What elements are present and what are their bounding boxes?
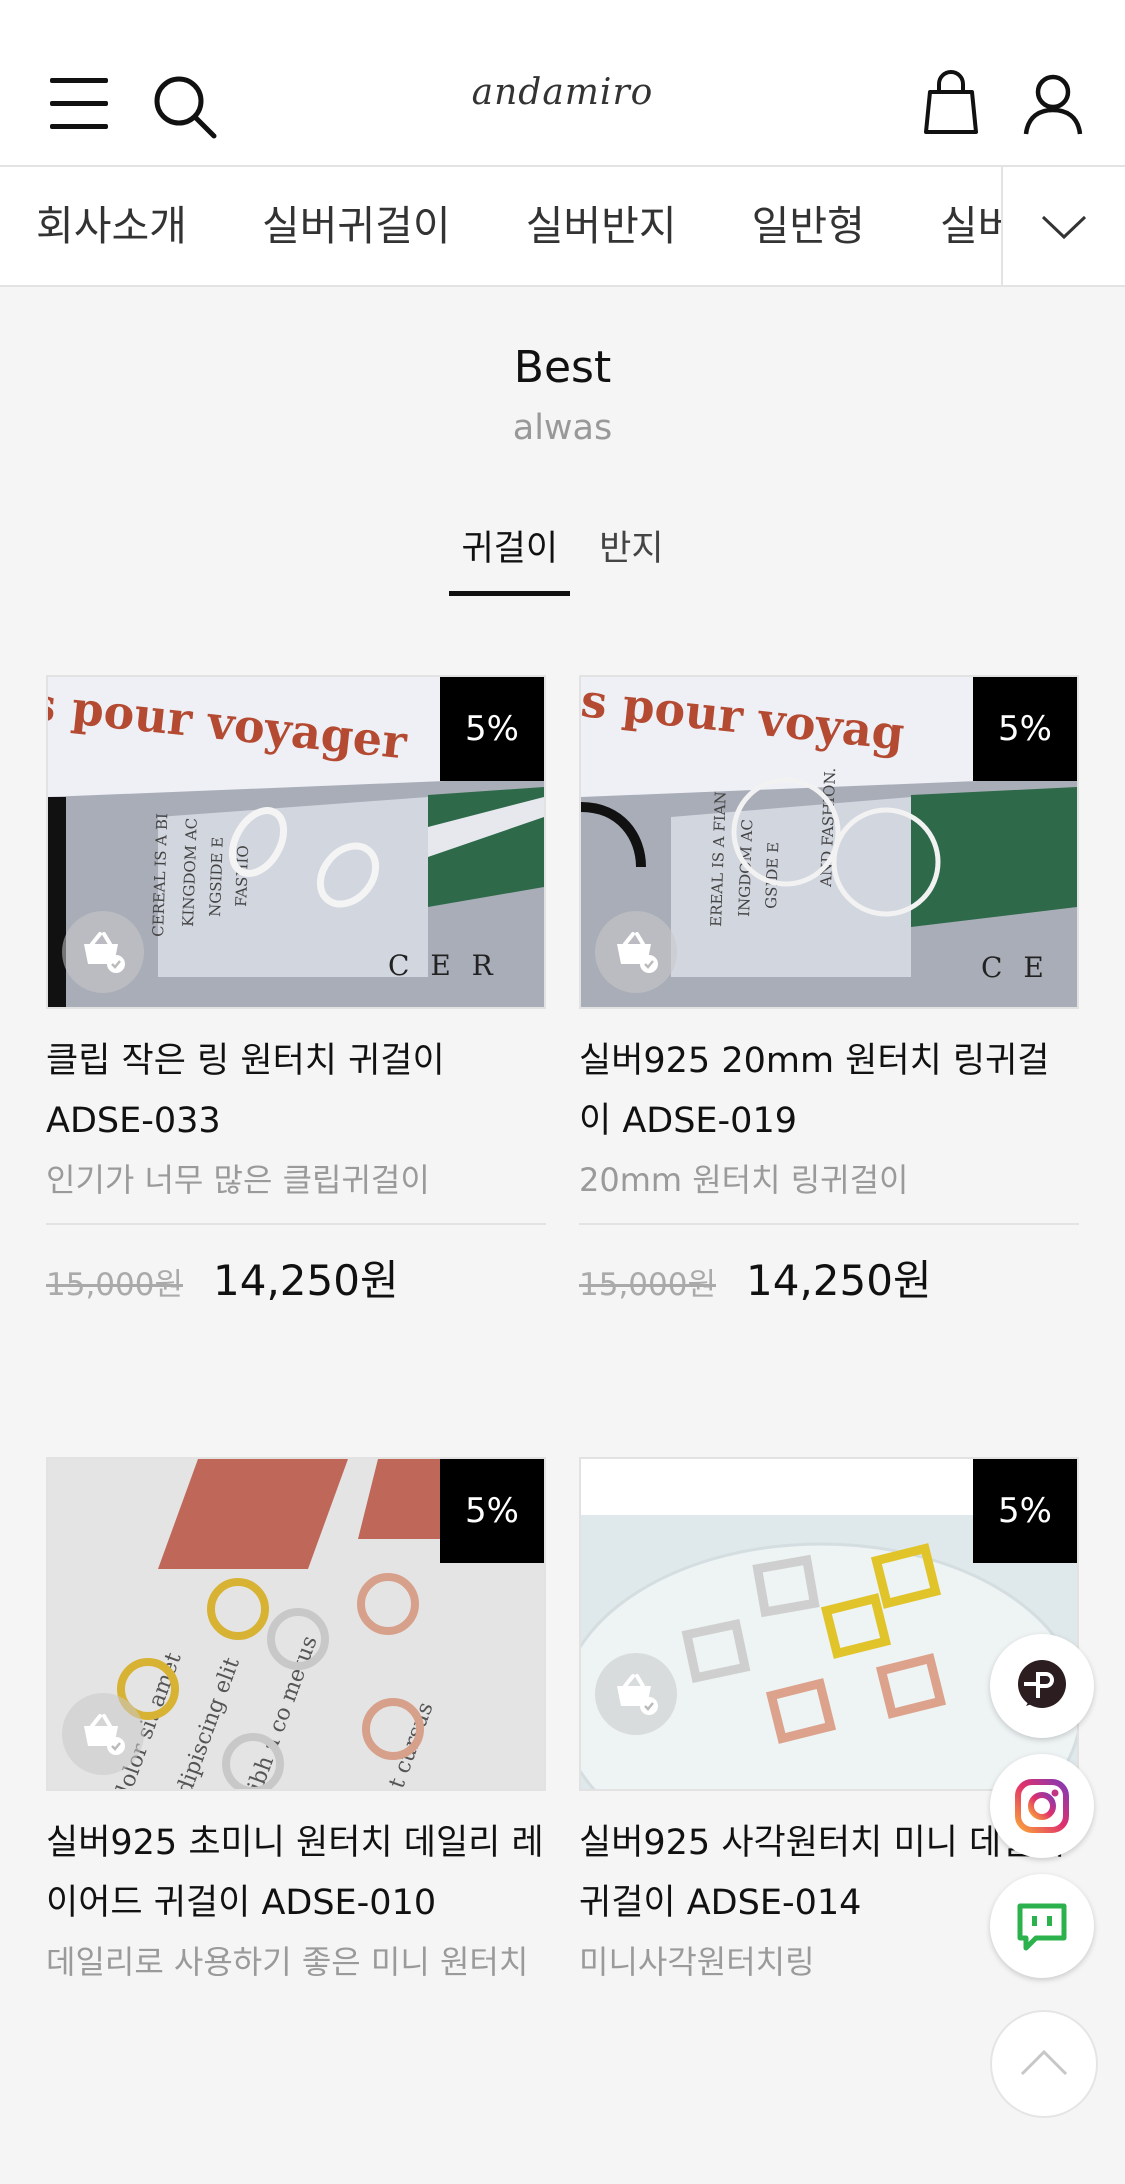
chevron-down-icon[interactable] <box>1001 167 1125 285</box>
product-title[interactable]: 실버925 초미니 원터치 데일리 레이어드 귀걸이 ADSE-010 <box>46 1813 546 1933</box>
shopping-bag-icon[interactable] <box>922 70 980 136</box>
nav-item-general[interactable]: 일반형 <box>752 167 865 285</box>
talk-p-icon[interactable] <box>990 1634 1094 1738</box>
product-image[interactable]: 5% <box>579 1457 1079 1791</box>
discount-badge: 5% <box>973 677 1077 781</box>
add-to-cart-icon[interactable] <box>595 1653 677 1735</box>
add-to-cart-icon[interactable] <box>62 1693 144 1775</box>
divider <box>46 1223 546 1225</box>
header: andamiro <box>0 0 1125 167</box>
product-image[interactable]: s pour voyager CEREAL IS A BI KINGDOM AC… <box>46 675 546 1009</box>
category-tabs: 귀걸이 반지 <box>0 520 1125 596</box>
original-price: 15,000원 <box>579 1267 716 1303</box>
product-image[interactable]: is pour voyag EREAL IS A FIAN INGDOM AC … <box>579 675 1079 1009</box>
product-card: s pour voyager CEREAL IS A BI KINGDOM AC… <box>46 675 546 1308</box>
discount-badge: 5% <box>440 677 544 781</box>
image-caption: KINGDOM AC <box>179 818 201 928</box>
image-caption: NGSIDE E <box>206 837 227 918</box>
product-image[interactable]: lorem ipsum dolor sit amet consectetur a… <box>46 1457 546 1791</box>
product-description: 데일리로 사용하기 좋은 미니 원터치 <box>46 1943 529 1981</box>
discount-badge: 5% <box>973 1459 1077 1563</box>
sale-price: 14,250원 <box>213 1256 399 1305</box>
product-title[interactable]: 클립 작은 링 원터치 귀걸이 ADSE-033 <box>46 1031 546 1151</box>
tab-earrings[interactable]: 귀걸이 <box>449 520 571 596</box>
product-card: is pour voyag EREAL IS A FIAN INGDOM AC … <box>579 675 1079 1308</box>
user-icon[interactable] <box>1022 72 1084 136</box>
section-title: Best <box>513 342 612 393</box>
chat-icon[interactable] <box>990 1874 1094 1978</box>
add-to-cart-icon[interactable] <box>62 911 144 993</box>
section-subtitle: alwas <box>512 408 613 448</box>
product-card: lorem ipsum dolor sit amet consectetur a… <box>46 1457 546 1983</box>
product-description: 인기가 너무 많은 클립귀걸이 <box>46 1161 430 1199</box>
original-price: 15,000원 <box>46 1267 183 1303</box>
price-row: 15,000원 14,250원 <box>579 1247 1079 1308</box>
image-caption: GSIDE E <box>762 842 782 909</box>
product-title[interactable]: 실버925 20mm 원터치 링귀걸이 ADSE-019 <box>579 1031 1079 1151</box>
product-description: 20mm 원터치 링귀걸이 <box>579 1161 909 1199</box>
nav-item-silver-rings[interactable]: 실버반지 <box>526 167 677 285</box>
tab-rings[interactable]: 반지 <box>587 520 675 591</box>
price-row: 15,000원 14,250원 <box>46 1247 546 1308</box>
scroll-top-icon[interactable] <box>990 2010 1098 2118</box>
instagram-icon[interactable] <box>990 1754 1094 1858</box>
divider <box>579 1223 1079 1225</box>
nav-item-silver-earrings[interactable]: 실버귀걸이 <box>262 167 451 285</box>
add-to-cart-icon[interactable] <box>595 911 677 993</box>
discount-badge: 5% <box>440 1459 544 1563</box>
nav-item-company[interactable]: 회사소개 <box>36 167 187 285</box>
category-nav: 회사소개 실버귀걸이 실버반지 일반형 실버목 <box>0 167 1125 287</box>
image-caption: C E <box>981 951 1050 984</box>
sale-price: 14,250원 <box>746 1256 932 1305</box>
image-caption: C E R <box>388 949 499 982</box>
